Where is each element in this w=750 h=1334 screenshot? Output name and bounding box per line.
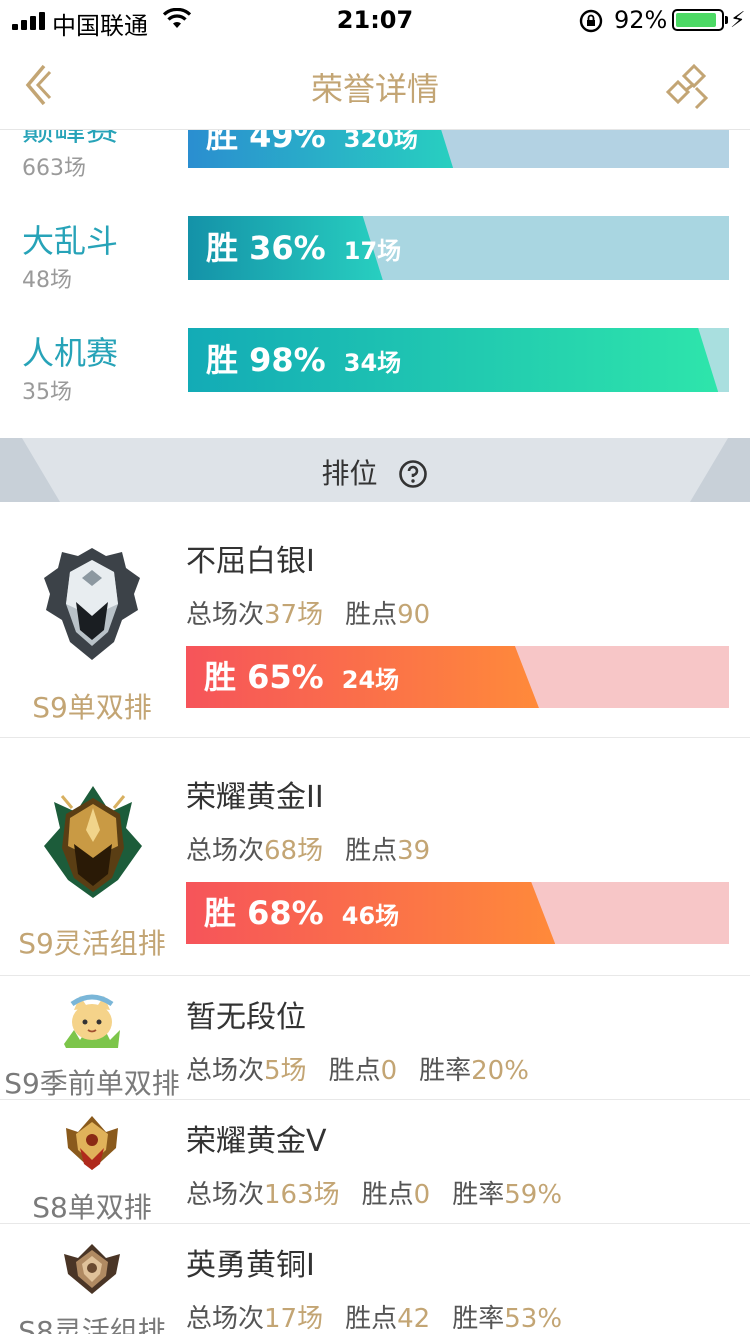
rank-stats: 总场次37场 胜点90 bbox=[186, 600, 431, 630]
total-games: 5场 bbox=[264, 1056, 307, 1086]
rank-points: 0 bbox=[380, 1056, 398, 1086]
gold-rank-badge-icon bbox=[44, 786, 142, 898]
tier-name: 暂无段位 bbox=[186, 1000, 306, 1035]
rank-points: 42 bbox=[397, 1304, 431, 1334]
total-games: 163场 bbox=[264, 1180, 340, 1210]
total-games: 68场 bbox=[264, 836, 324, 866]
total-games: 17场 bbox=[264, 1304, 324, 1334]
ranked-section-header: 排位 bbox=[0, 438, 750, 502]
rank-win-bar: 胜 65% 24场 bbox=[186, 646, 729, 708]
queue-name: S9单双排 bbox=[32, 691, 152, 724]
games-count: 17场 bbox=[343, 237, 402, 265]
charging-bolt-icon: ⚡ bbox=[730, 8, 746, 33]
rank-points: 39 bbox=[397, 836, 431, 866]
status-bar: 中国联通 21:07 92% ⚡ bbox=[0, 0, 750, 40]
bronze-rank-badge-icon bbox=[64, 1244, 120, 1294]
win-rate: 20% bbox=[471, 1056, 529, 1086]
win-rate: 53% bbox=[504, 1304, 563, 1334]
rank-entry[interactable]: S8单双排 荣耀黄金V 总场次163场 胜点0 胜率59% bbox=[0, 1100, 750, 1224]
win-rate-label: 胜 65% bbox=[204, 658, 324, 696]
rank-stats: 总场次163场 胜点0 胜率59% bbox=[186, 1180, 563, 1210]
section-title: 排位 bbox=[321, 457, 378, 490]
games-count: 46场 bbox=[341, 902, 400, 930]
rank-win-bar: 胜 68% 46场 bbox=[186, 882, 729, 944]
games-count: 24场 bbox=[341, 666, 400, 694]
tier-name: 荣耀黄金V bbox=[186, 1124, 327, 1159]
share-button[interactable] bbox=[664, 60, 710, 110]
help-icon[interactable] bbox=[398, 459, 428, 489]
rank-stats: 总场次5场 胜点0 胜率20% bbox=[186, 1056, 529, 1086]
queue-name: S8灵活组排 bbox=[18, 1315, 166, 1334]
tier-name: 荣耀黄金II bbox=[186, 780, 324, 815]
battery-icon bbox=[672, 9, 724, 31]
nav-bar: 荣誉详情 bbox=[0, 40, 750, 130]
tier-name: 英勇黄铜I bbox=[186, 1248, 315, 1283]
rank-stats: 总场次17场 胜点42 胜率53% bbox=[186, 1304, 563, 1334]
rank-points: 90 bbox=[397, 600, 431, 630]
rank-entry[interactable]: S9灵活组排 荣耀黄金II 总场次68场 胜点39 胜 68% 46场 bbox=[0, 738, 750, 976]
win-rate-label: 胜 98% bbox=[206, 341, 326, 379]
orientation-lock-icon bbox=[579, 9, 603, 33]
rank-entry[interactable]: S9季前单双排 暂无段位 总场次5场 胜点0 胜率20% bbox=[0, 976, 750, 1100]
queue-name: S8单双排 bbox=[32, 1191, 152, 1224]
win-rate-label: 胜 68% bbox=[204, 894, 324, 932]
queue-name: S9灵活组排 bbox=[18, 927, 166, 960]
queue-name: S9季前单双排 bbox=[4, 1067, 180, 1100]
mode-name: 人机赛 bbox=[22, 334, 119, 372]
games-count: 34场 bbox=[343, 349, 402, 377]
mode-row[interactable]: 大乱斗 48场 胜 36% 17场 bbox=[0, 216, 750, 296]
rank-entry[interactable]: S8灵活组排 英勇黄铜I 总场次17场 胜点42 胜率53% bbox=[0, 1224, 750, 1334]
silver-rank-badge-icon bbox=[44, 548, 140, 660]
tier-name: 不屈白银I bbox=[186, 544, 315, 579]
rank-stats: 总场次68场 胜点39 bbox=[186, 836, 431, 866]
battery-percent: 92% bbox=[614, 6, 668, 34]
mode-count: 48场 bbox=[22, 268, 72, 293]
gold-rank-small-badge-icon bbox=[66, 1116, 118, 1170]
unranked-mascot-icon bbox=[64, 994, 120, 1048]
total-games: 37场 bbox=[264, 600, 324, 630]
win-rate-bar: 胜 36% 17场 bbox=[188, 216, 729, 280]
page-title: 荣誉详情 bbox=[310, 70, 439, 108]
mode-row[interactable]: 人机赛 35场 胜 98% 34场 bbox=[0, 328, 750, 408]
honor-details-page: 中国联通 21:07 92% ⚡ 荣誉详情 巅峰赛 bbox=[0, 0, 750, 1334]
win-rate: 59% bbox=[504, 1180, 563, 1210]
mode-count: 663场 bbox=[22, 156, 86, 181]
rank-points: 0 bbox=[413, 1180, 431, 1210]
mode-count: 35场 bbox=[22, 380, 72, 405]
win-rate-label: 胜 36% bbox=[206, 229, 326, 267]
rank-entry[interactable]: S9单双排 不屈白银I 总场次37场 胜点90 胜 65% 24场 bbox=[0, 502, 750, 738]
win-rate-bar: 胜 98% 34场 bbox=[188, 328, 729, 392]
mode-name: 大乱斗 bbox=[22, 222, 119, 260]
